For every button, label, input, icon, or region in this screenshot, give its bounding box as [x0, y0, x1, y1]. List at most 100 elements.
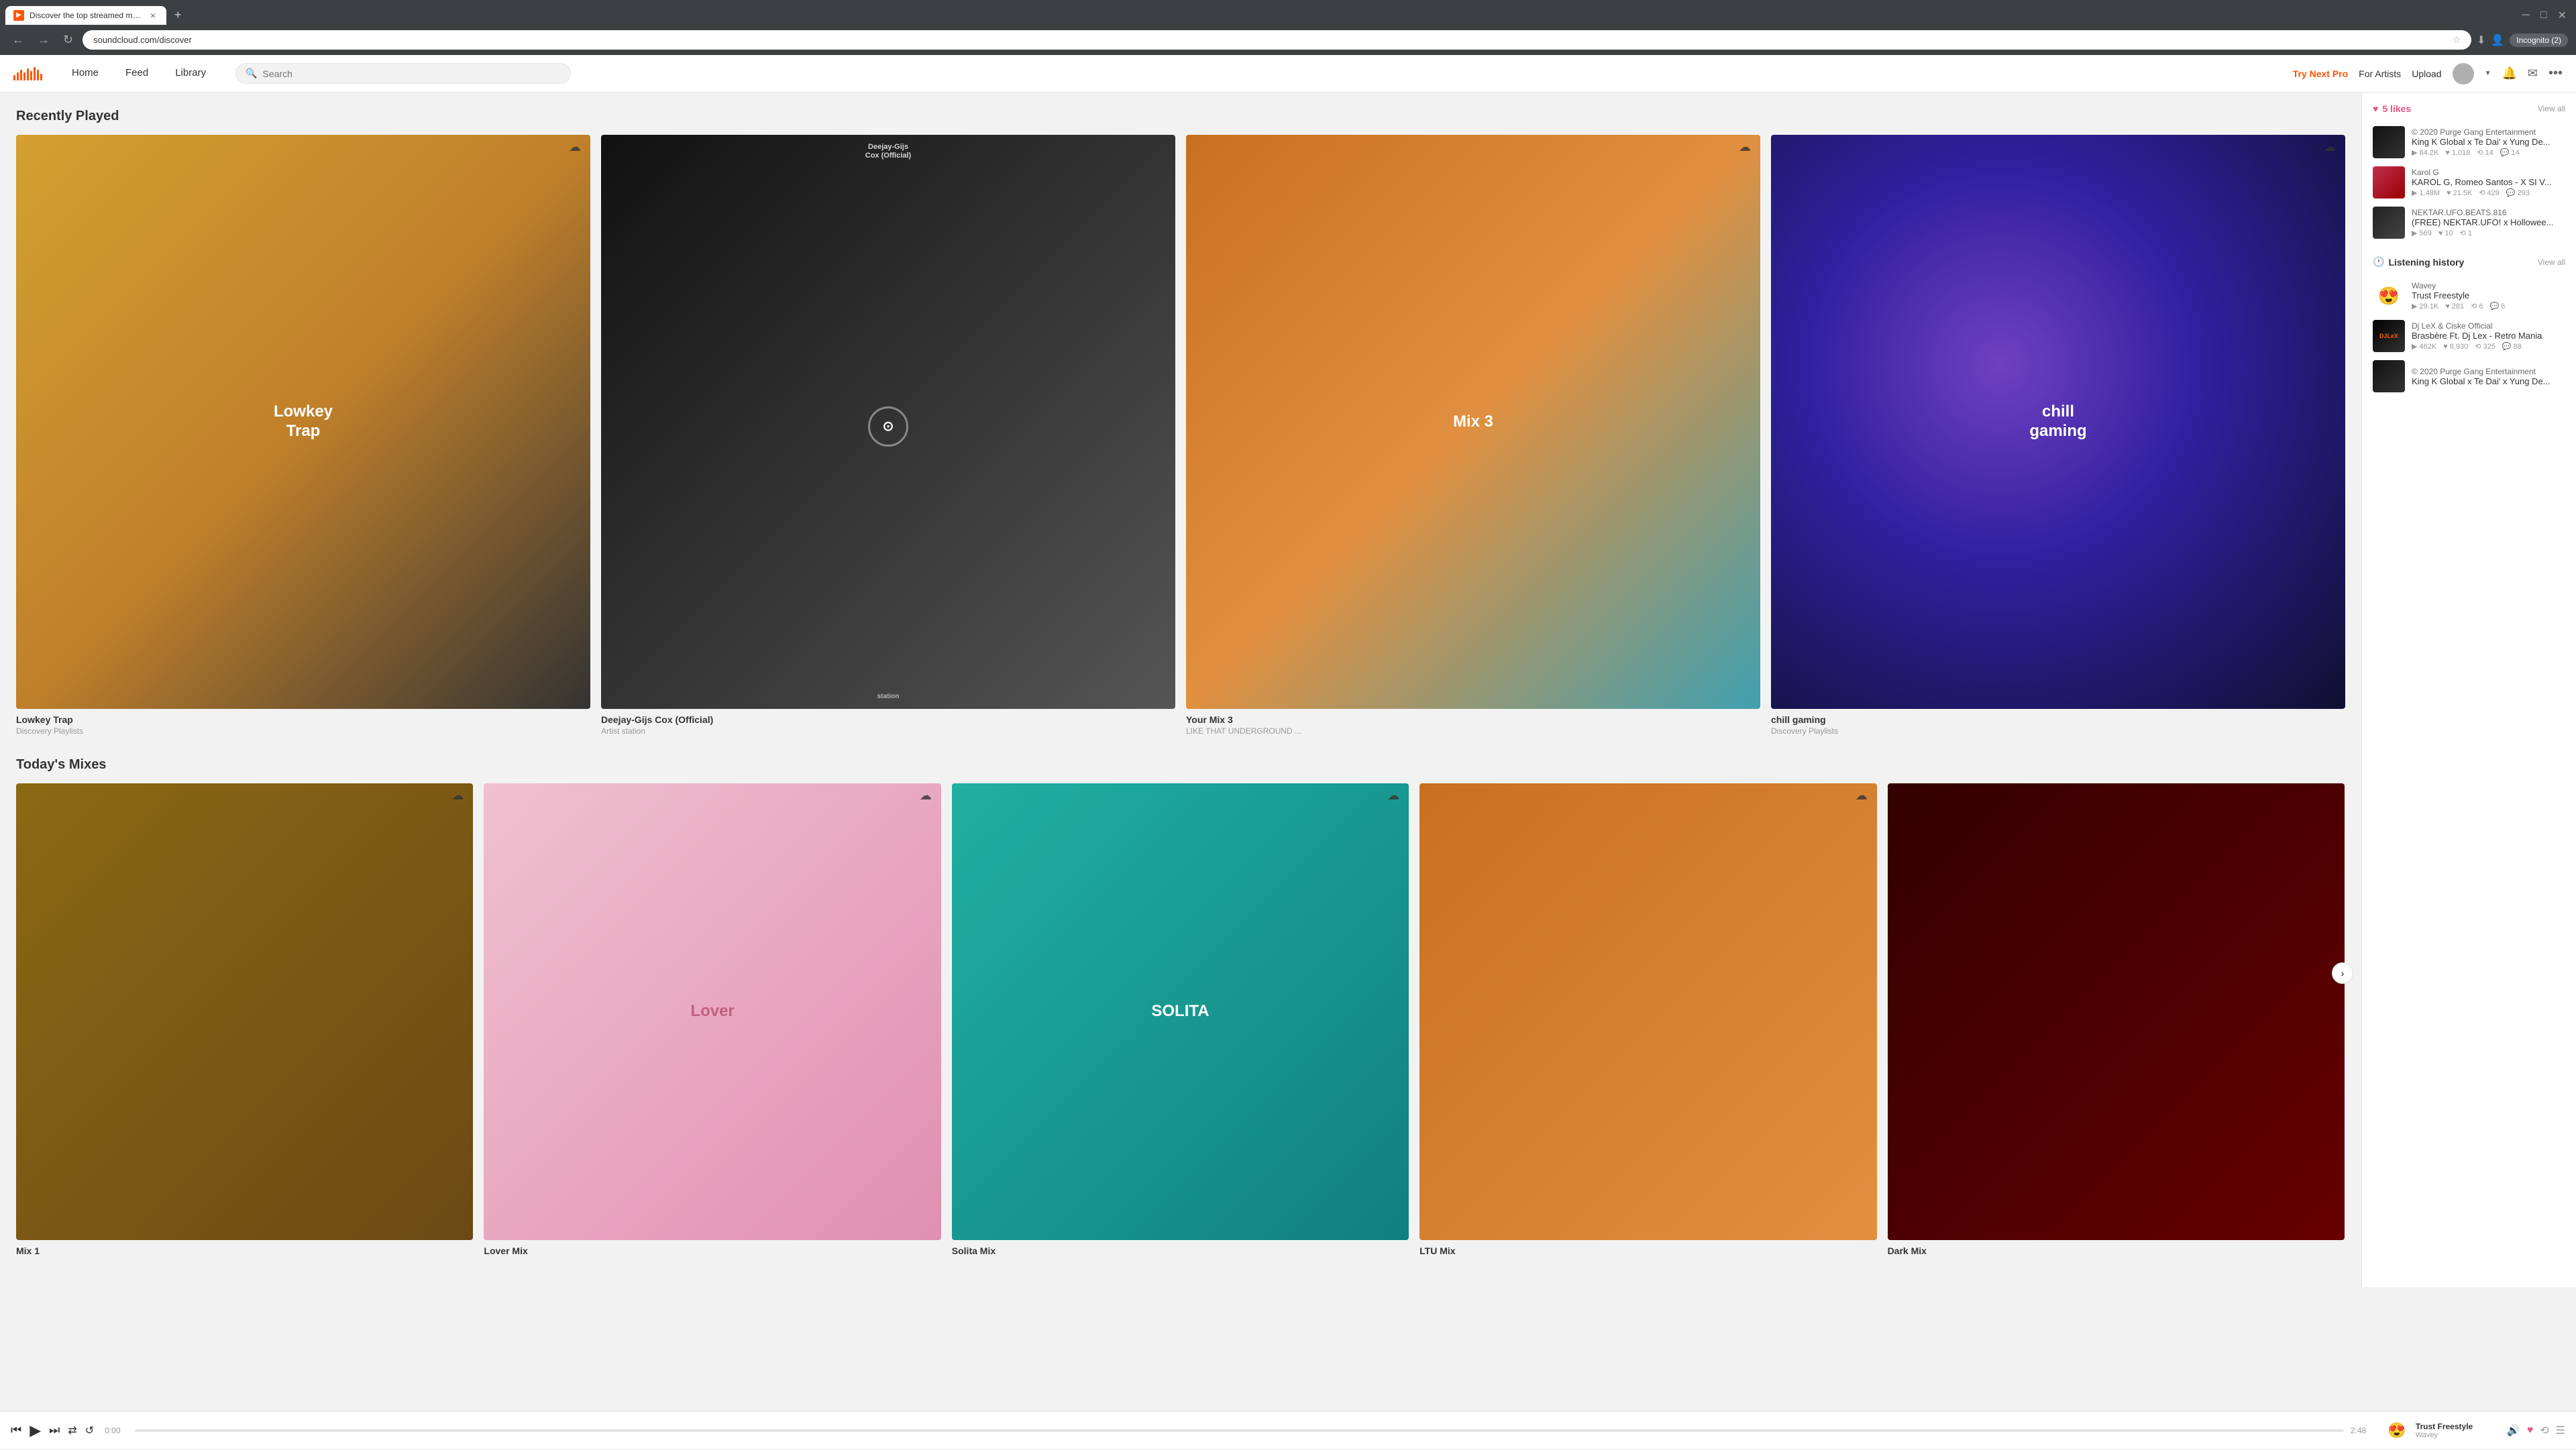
progress-bar[interactable]: [135, 1429, 2344, 1432]
repeat-button[interactable]: ↺: [85, 1424, 94, 1437]
track-card-lover[interactable]: Lover ☁ Lover Mix: [484, 783, 941, 1258]
track-name-solita: Solita Mix: [952, 1245, 1409, 1256]
history-track-purge2[interactable]: © 2020 Purge Gang Entertainment King K G…: [2373, 356, 2565, 396]
history-track-djlex[interactable]: DJLeX Dj LeX & Ciske Official Brasbère F…: [2373, 316, 2565, 356]
profile-icon[interactable]: 👤: [2491, 34, 2504, 47]
player-song: Trust Freestyle: [2416, 1422, 2496, 1431]
avatar-dropdown[interactable]: ▼: [2485, 70, 2491, 77]
track-card-mix3[interactable]: Mix 3 ☁ Your Mix 3 LIKE THAT UNDERGROUND…: [1186, 135, 1760, 736]
sc-badge-tm1: ☁: [451, 789, 468, 805]
header-actions: Try Next Pro For Artists Upload ▼ 🔔 ✉ ••…: [2293, 63, 2563, 85]
minimize-button[interactable]: ─: [2518, 8, 2534, 23]
comments-icon-w: 💬 6: [2489, 302, 2505, 311]
soundcloud-logo[interactable]: [13, 67, 42, 80]
nav-feed[interactable]: Feed: [112, 55, 162, 93]
scroll-right-button[interactable]: ›: [2332, 962, 2353, 984]
reposts-icon-1: ⟲ 14: [2477, 148, 2493, 157]
track-card-mix1[interactable]: ☁ Mix 1: [16, 783, 473, 1258]
likes-thumb-karol: [2373, 166, 2405, 199]
upload-link[interactable]: Upload: [2412, 68, 2441, 79]
reload-button[interactable]: ↻: [59, 30, 77, 50]
track-card-dark[interactable]: Dark Mix: [1888, 783, 2345, 1258]
prev-button[interactable]: ⏮: [11, 1423, 21, 1437]
queue-button[interactable]: ☰: [2556, 1424, 2565, 1437]
play-pause-button[interactable]: ▶: [30, 1422, 41, 1439]
track-card-chill[interactable]: chillgaming ☁ chill gaming Discovery Pla…: [1771, 135, 2345, 736]
now-playing: 😍 Trust Freestyle Wavey: [2385, 1418, 2496, 1443]
incognito-button[interactable]: Incognito (2): [2510, 34, 2568, 47]
bookmark-icon[interactable]: ☆: [2452, 34, 2461, 46]
track-card-solita[interactable]: SOLITA ☁ Solita Mix: [952, 783, 1409, 1258]
likes-count: ♥ 5 likes: [2373, 103, 2411, 114]
sc-badge-deejay: ☁: [1154, 140, 1170, 156]
address-bar: ← → ↻ soundcloud.com/discover ☆ ⬇ 👤 Inco…: [0, 25, 2576, 55]
thumb-text-mix3: Mix 3: [1186, 135, 1760, 709]
for-artists-link[interactable]: For Artists: [2359, 68, 2401, 79]
total-time: 2:48: [2351, 1426, 2374, 1435]
player-controls: ⏮ ▶ ⏭ ⇄ ↺: [11, 1422, 94, 1439]
track-card-lowkey[interactable]: LowkeyTrap ☁ Lowkey Trap Discovery Playl…: [16, 135, 590, 736]
likes-info-purge1: © 2020 Purge Gang Entertainment King K G…: [2412, 127, 2565, 157]
user-avatar[interactable]: [2453, 63, 2474, 85]
search-wrap[interactable]: 🔍: [235, 63, 571, 84]
likes-view-all[interactable]: View all: [2538, 104, 2565, 113]
likes-track-purge1[interactable]: © 2020 Purge Gang Entertainment King K G…: [2373, 122, 2565, 162]
current-time: 0:00: [105, 1426, 128, 1435]
track-card-ltu2[interactable]: ☁ LTU Mix: [1419, 783, 1876, 1258]
main-column: Recently Played LowkeyTrap ☁ Lowkey Trap…: [0, 93, 2361, 1287]
new-tab-button[interactable]: +: [169, 5, 187, 25]
repost-button[interactable]: ⟲: [2540, 1424, 2548, 1437]
nav-library[interactable]: Library: [162, 55, 219, 93]
recently-played-title: Recently Played: [16, 109, 2345, 124]
player-info: Trust Freestyle Wavey: [2416, 1422, 2496, 1439]
track-name-mix3: Your Mix 3: [1186, 714, 1760, 725]
likes-icon-d: ♥ 8,930: [2443, 343, 2468, 351]
track-thumb-mix3: Mix 3 ☁: [1186, 135, 1760, 709]
player-progress: 0:00 2:48: [105, 1426, 2374, 1435]
likes-artist-nektar: NEKTAR.UFO.BEATS.816: [2412, 208, 2565, 217]
active-tab[interactable]: ▶ Discover the top streamed mus... ×: [5, 6, 166, 25]
tab-close-button[interactable]: ×: [148, 10, 158, 21]
next-button[interactable]: ⏭: [49, 1423, 60, 1437]
content-area: Recently Played LowkeyTrap ☁ Lowkey Trap…: [0, 93, 2576, 1287]
sidebar: ♥ 5 likes View all © 2020 Purge Gang Ent…: [2361, 93, 2576, 1287]
back-button[interactable]: ←: [8, 30, 28, 50]
shuffle-button[interactable]: ⇄: [68, 1424, 76, 1437]
todays-mixes-row: ☁ Mix 1 Lover ☁ Lover Mix SOLITA: [16, 783, 2345, 1258]
track-thumb-dark: [1888, 783, 2345, 1240]
messages-icon[interactable]: ✉: [2528, 66, 2538, 80]
comments-icon-2: 💬 293: [2506, 188, 2530, 197]
history-view-all[interactable]: View all: [2538, 258, 2565, 267]
try-next-pro-link[interactable]: Try Next Pro: [2293, 68, 2348, 79]
nav-home[interactable]: Home: [58, 55, 112, 93]
restore-button[interactable]: □: [2536, 8, 2551, 23]
likes-track-nektar[interactable]: NEKTAR.UFO.BEATS.816 (FREE) NEKTAR.UFO! …: [2373, 203, 2565, 243]
track-name-deejay: Deejay-Gijs Cox (Official): [601, 714, 1175, 725]
soundcloud-app: Home Feed Library 🔍 Try Next Pro For Art…: [0, 55, 2576, 1450]
thumb-text-mix1: [16, 783, 473, 1240]
tab-bar: ▶ Discover the top streamed mus... × + ─…: [0, 0, 2576, 25]
forward-button[interactable]: →: [34, 30, 54, 50]
volume-button[interactable]: 🔊: [2507, 1424, 2520, 1437]
likes-meta-purge1: ▶ 84.2K ♥ 1,018 ⟲ 14 💬 14: [2412, 148, 2565, 157]
search-input[interactable]: [263, 68, 561, 79]
close-window-button[interactable]: ✕: [2554, 7, 2571, 23]
track-thumb-ltu2: ☁: [1419, 783, 1876, 1240]
url-bar[interactable]: soundcloud.com/discover ☆: [83, 30, 2471, 50]
track-sub-deejay: Artist station: [601, 726, 1175, 736]
history-thumb-djlex: DJLeX: [2373, 320, 2405, 352]
history-name-wavey: Trust Freestyle: [2412, 290, 2565, 300]
sc-badge-lowkey: ☁: [569, 140, 585, 156]
track-name-ltu2: LTU Mix: [1419, 1245, 1876, 1256]
track-card-deejay[interactable]: Deejay-GijsCox (Official) ⊙ station ☁ De…: [601, 135, 1175, 736]
likes-icon-w: ♥ 281: [2445, 302, 2464, 311]
history-track-wavey[interactable]: 😍 Wavey Trust Freestyle ▶ 29.1K ♥ 281 ⟲ …: [2373, 276, 2565, 316]
notifications-icon[interactable]: 🔔: [2502, 66, 2516, 80]
more-options-icon[interactable]: •••: [2548, 66, 2563, 81]
download-icon[interactable]: ⬇: [2477, 34, 2485, 47]
like-track-button[interactable]: ♥: [2527, 1425, 2534, 1437]
history-info-purge2: © 2020 Purge Gang Entertainment King K G…: [2412, 367, 2565, 386]
browser-chrome: ▶ Discover the top streamed mus... × + ─…: [0, 0, 2576, 55]
likes-track-karol[interactable]: Karol G KAROL G, Romeo Santos - X SI V..…: [2373, 162, 2565, 203]
track-name-lowkey: Lowkey Trap: [16, 714, 590, 725]
